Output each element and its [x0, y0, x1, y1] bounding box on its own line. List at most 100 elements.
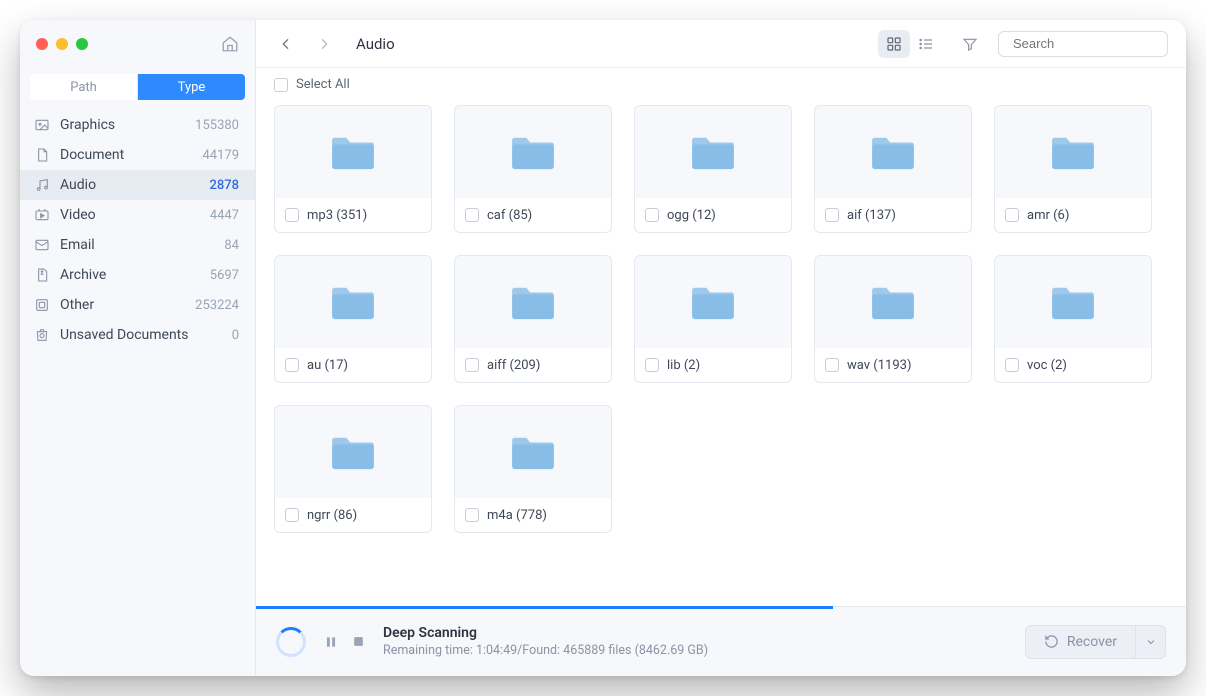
sidebar-item-label: Other — [60, 297, 94, 313]
folder-cell[interactable]: voc (2) — [994, 255, 1152, 383]
folder-label: voc (2) — [1027, 358, 1067, 373]
folder-checkbox[interactable] — [645, 358, 659, 372]
folder-cell[interactable]: ngrr (86) — [274, 405, 432, 533]
search-box[interactable] — [998, 31, 1168, 57]
image-icon — [34, 117, 50, 133]
window-controls — [36, 38, 88, 50]
folder-label: aif (137) — [847, 208, 896, 223]
maximize-window-button[interactable] — [76, 38, 88, 50]
tab-type[interactable]: Type — [138, 74, 245, 100]
folder-footer: ngrr (86) — [275, 498, 431, 532]
folder-label: caf (85) — [487, 208, 532, 223]
minimize-window-button[interactable] — [56, 38, 68, 50]
folder-cell[interactable]: wav (1193) — [814, 255, 972, 383]
content-area: mp3 (351) caf (85) ogg (12) aif (137) amr (6… — [256, 101, 1186, 606]
close-window-button[interactable] — [36, 38, 48, 50]
folder-checkbox[interactable] — [465, 208, 479, 222]
folder-thumbnail — [815, 256, 971, 348]
sidebar-item-label: Archive — [60, 267, 106, 283]
folder-label: ogg (12) — [667, 208, 716, 223]
progress-bar — [256, 606, 833, 609]
folder-checkbox[interactable] — [825, 208, 839, 222]
folder-thumbnail — [455, 256, 611, 348]
stop-button[interactable] — [352, 635, 365, 649]
filter-button[interactable] — [956, 32, 984, 56]
sidebar-item-unsaved-documents[interactable]: Unsaved Documents0 — [20, 320, 255, 350]
folder-icon — [330, 433, 376, 471]
folder-cell[interactable]: aiff (209) — [454, 255, 612, 383]
sidebar-item-graphics[interactable]: Graphics155380 — [20, 110, 255, 140]
folder-cell[interactable]: m4a (778) — [454, 405, 612, 533]
folder-checkbox[interactable] — [1005, 358, 1019, 372]
select-all-checkbox[interactable] — [274, 78, 288, 92]
titlebar — [20, 20, 255, 68]
sidebar-item-video[interactable]: Video4447 — [20, 200, 255, 230]
spinner-icon — [276, 627, 306, 657]
folder-footer: amr (6) — [995, 198, 1151, 232]
folder-icon — [330, 133, 376, 171]
folder-cell[interactable]: aif (137) — [814, 105, 972, 233]
folder-label: au (17) — [307, 358, 348, 373]
scan-title: Deep Scanning — [383, 625, 708, 641]
folder-cell[interactable]: lib (2) — [634, 255, 792, 383]
recover-dropdown-button[interactable] — [1136, 625, 1166, 659]
sidebar-item-count: 5697 — [210, 268, 239, 283]
folder-cell[interactable]: amr (6) — [994, 105, 1152, 233]
folder-icon — [510, 433, 556, 471]
folder-checkbox[interactable] — [285, 508, 299, 522]
sidebar-item-document[interactable]: Document44179 — [20, 140, 255, 170]
folder-thumbnail — [995, 256, 1151, 348]
folder-footer: voc (2) — [995, 348, 1151, 382]
folder-label: aiff (209) — [487, 358, 540, 373]
folder-cell[interactable]: au (17) — [274, 255, 432, 383]
sidebar-item-archive[interactable]: Archive 5697 — [20, 260, 255, 290]
pause-button[interactable] — [324, 635, 338, 649]
sidebar-item-label: Email — [60, 237, 95, 253]
folder-cell[interactable]: mp3 (351) — [274, 105, 432, 233]
folder-label: wav (1193) — [847, 358, 911, 373]
folder-icon — [690, 283, 736, 321]
folder-footer: lib (2) — [635, 348, 791, 382]
folder-footer: ogg (12) — [635, 198, 791, 232]
folder-footer: wav (1193) — [815, 348, 971, 382]
folder-checkbox[interactable] — [285, 208, 299, 222]
sidebar-item-label: Video — [60, 207, 96, 223]
recover-icon — [1044, 634, 1059, 649]
folder-icon — [510, 283, 556, 321]
folder-checkbox[interactable] — [285, 358, 299, 372]
list-view-button[interactable] — [910, 30, 942, 58]
folder-thumbnail — [455, 406, 611, 498]
tab-path[interactable]: Path — [30, 74, 138, 100]
folder-icon — [1050, 133, 1096, 171]
folder-footer: aiff (209) — [455, 348, 611, 382]
sidebar-item-other[interactable]: Other253224 — [20, 290, 255, 320]
folder-label: m4a (778) — [487, 508, 547, 523]
sidebar-item-label: Unsaved Documents — [60, 327, 189, 343]
folder-icon — [510, 133, 556, 171]
folder-checkbox[interactable] — [465, 508, 479, 522]
folder-checkbox[interactable] — [1005, 208, 1019, 222]
recover-button[interactable]: Recover — [1025, 625, 1136, 659]
folder-thumbnail — [995, 106, 1151, 198]
home-icon[interactable] — [221, 35, 239, 53]
search-input[interactable] — [1013, 36, 1186, 51]
sidebar-item-audio[interactable]: Audio2878 — [20, 170, 255, 200]
select-all-row: Select All — [256, 68, 1186, 101]
folder-label: ngrr (86) — [307, 508, 357, 523]
grid-view-button[interactable] — [878, 30, 910, 58]
view-toggle — [878, 30, 942, 58]
folder-checkbox[interactable] — [825, 358, 839, 372]
folder-grid: mp3 (351) caf (85) ogg (12) aif (137) amr (6… — [274, 105, 1168, 533]
folder-footer: aif (137) — [815, 198, 971, 232]
email-icon — [34, 237, 50, 253]
sidebar-item-email[interactable]: Email84 — [20, 230, 255, 260]
folder-cell[interactable]: ogg (12) — [634, 105, 792, 233]
folder-icon — [870, 283, 916, 321]
nav-back-button[interactable] — [274, 32, 298, 56]
sidebar-item-label: Document — [60, 147, 124, 163]
sidebar-item-count: 155380 — [195, 118, 239, 133]
folder-checkbox[interactable] — [645, 208, 659, 222]
folder-checkbox[interactable] — [465, 358, 479, 372]
nav-forward-button[interactable] — [312, 32, 336, 56]
folder-cell[interactable]: caf (85) — [454, 105, 612, 233]
